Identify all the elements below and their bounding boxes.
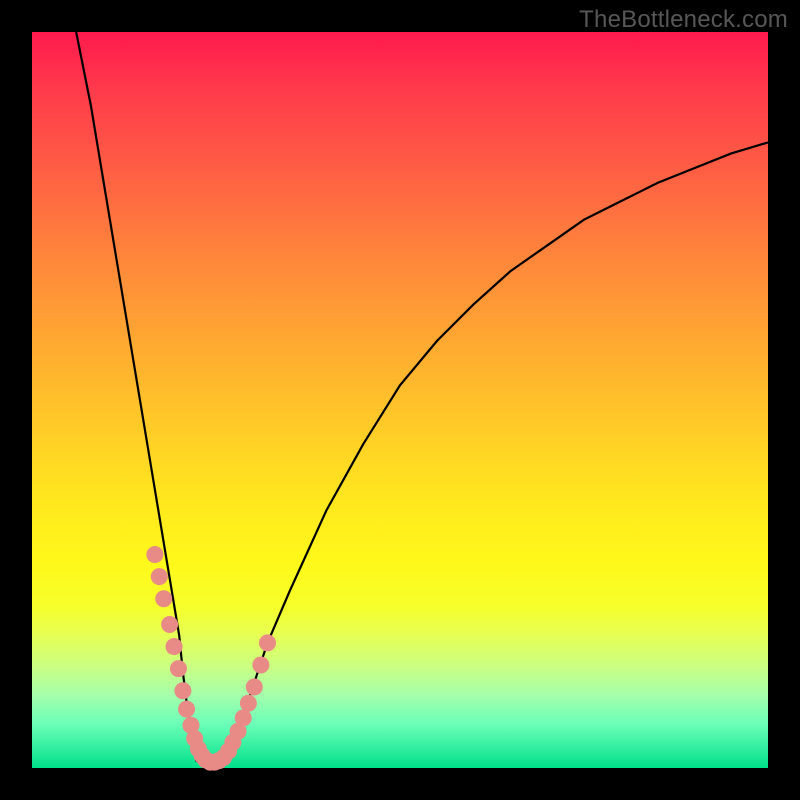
watermark-text: TheBottleneck.com	[579, 6, 788, 34]
plot-gradient-area	[32, 32, 768, 768]
chart-frame: TheBottleneck.com	[0, 0, 800, 800]
